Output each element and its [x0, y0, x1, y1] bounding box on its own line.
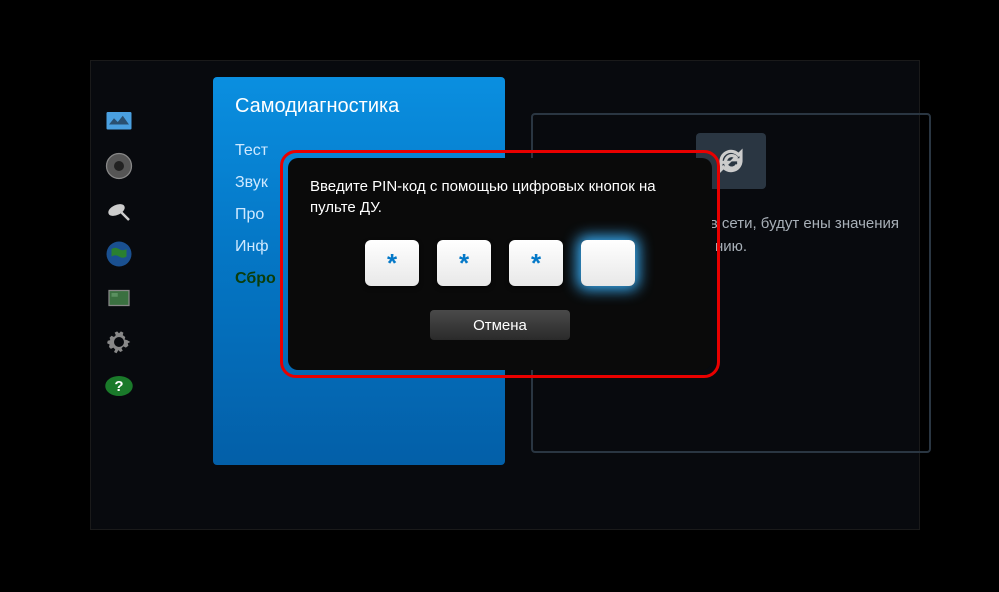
- pin-digit-3[interactable]: *: [509, 240, 563, 286]
- pin-digit-1[interactable]: *: [365, 240, 419, 286]
- picture-icon[interactable]: [104, 107, 134, 137]
- pin-row: * * *: [365, 240, 635, 286]
- cancel-button[interactable]: Отмена: [430, 310, 570, 340]
- satellite-icon[interactable]: [104, 195, 134, 225]
- svg-text:?: ?: [114, 378, 123, 395]
- system-icon[interactable]: [104, 283, 134, 313]
- pin-modal-highlight: Введите PIN-код с помощью цифровых кнопо…: [280, 150, 720, 378]
- gear-icon[interactable]: [104, 327, 134, 357]
- sidebar: ?: [91, 99, 146, 401]
- globe-icon[interactable]: [104, 239, 134, 269]
- panel-title: Самодиагностика: [235, 95, 483, 118]
- pin-modal: Введите PIN-код с помощью цифровых кнопо…: [288, 158, 712, 370]
- sound-icon[interactable]: [104, 151, 134, 181]
- pin-digit-4[interactable]: [581, 240, 635, 286]
- pin-prompt: Введите PIN-код с помощью цифровых кнопо…: [310, 176, 690, 218]
- pin-digit-2[interactable]: *: [437, 240, 491, 286]
- help-icon[interactable]: ?: [104, 371, 134, 401]
